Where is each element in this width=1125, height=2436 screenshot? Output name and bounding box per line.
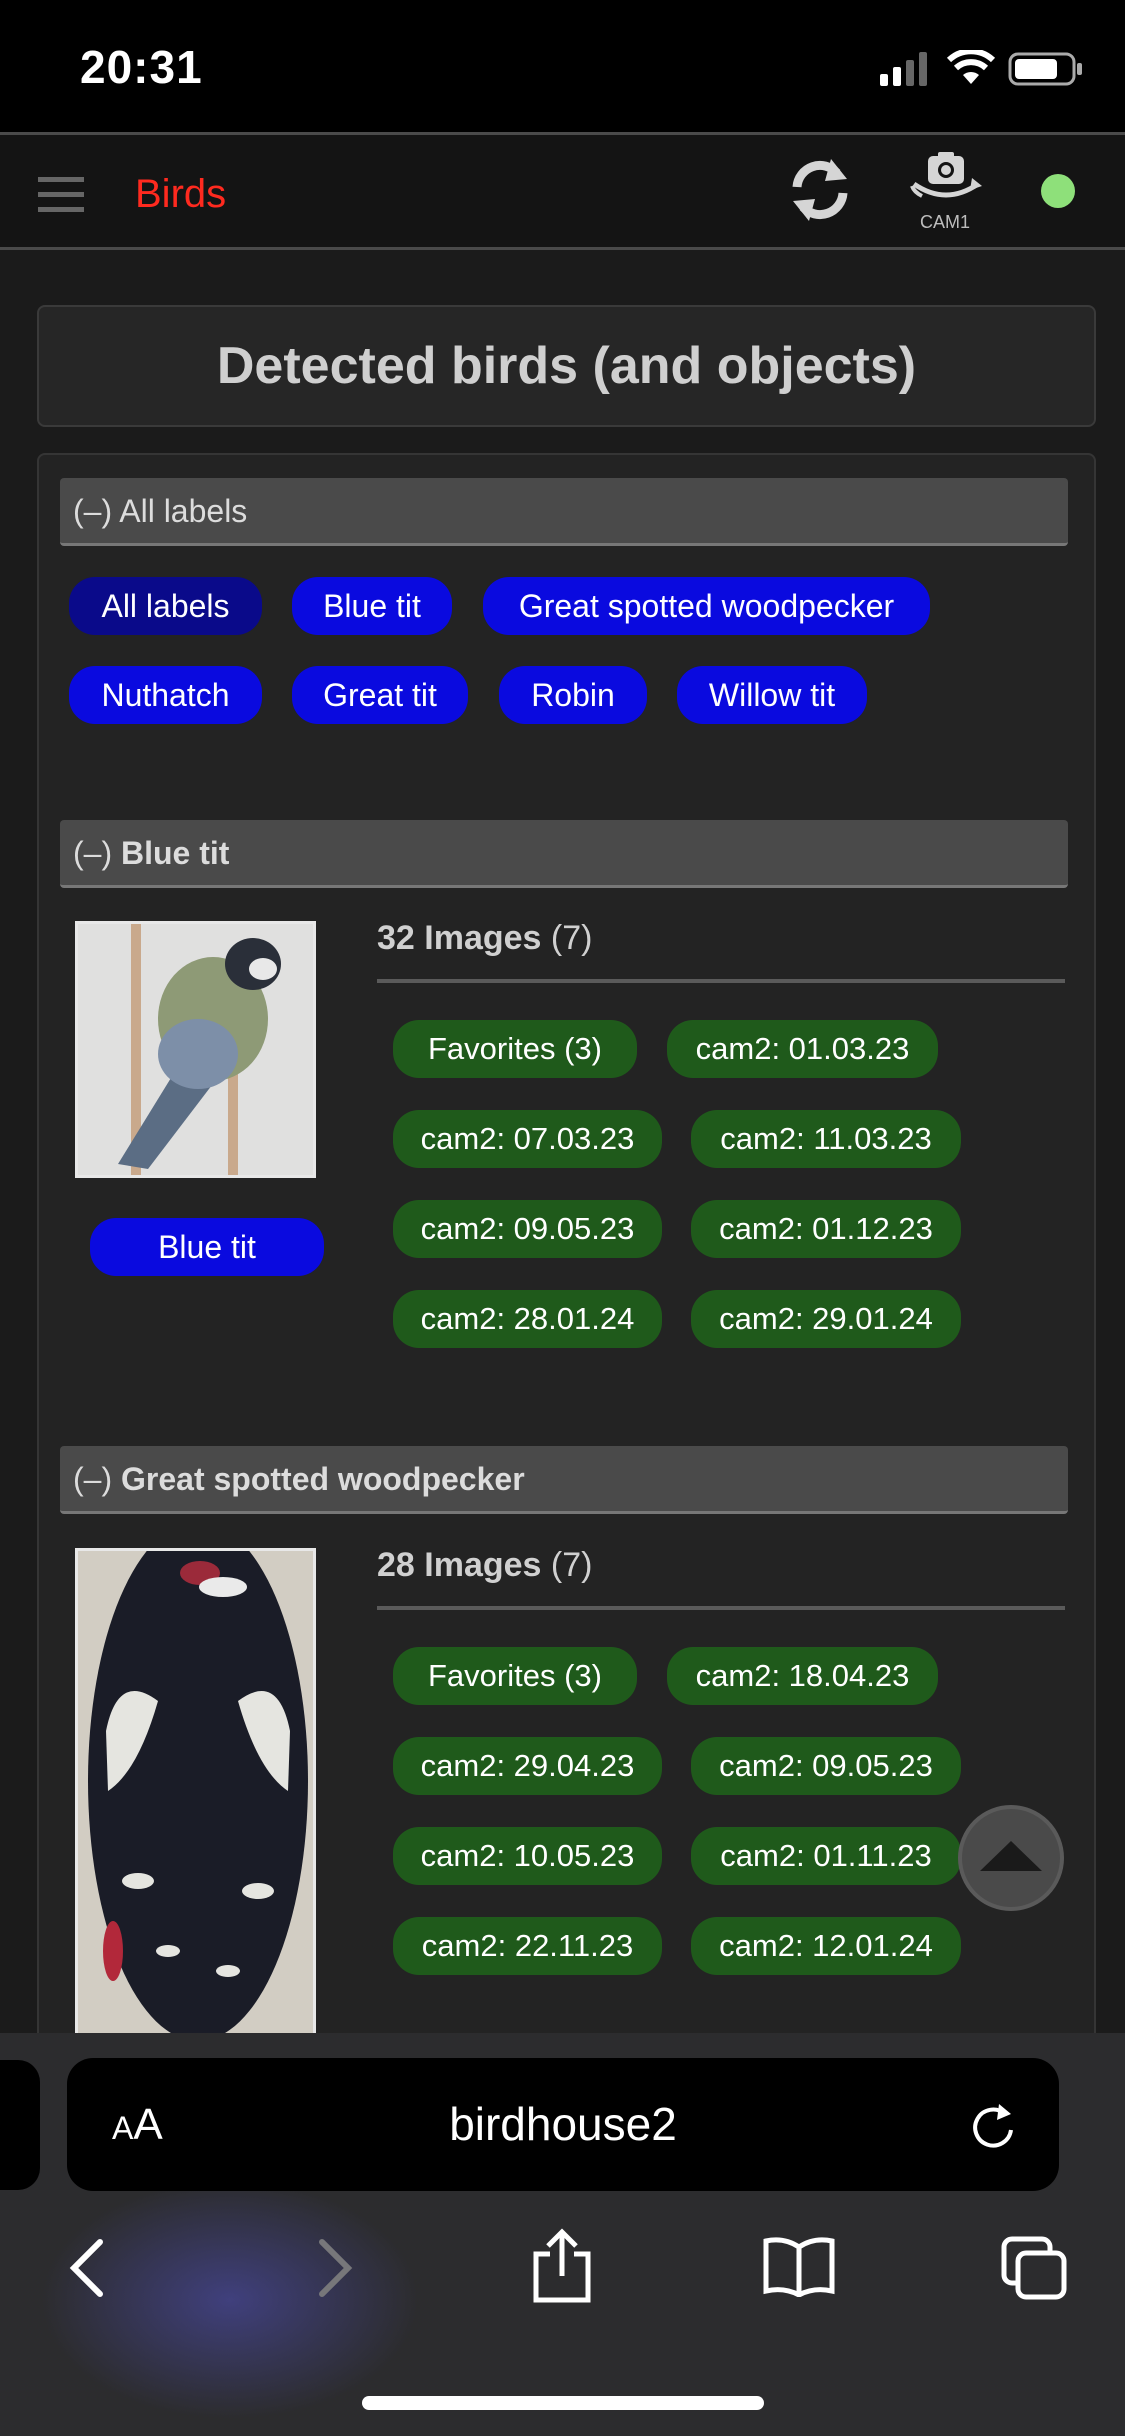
chip-date[interactable]: cam2: 01.11.23 bbox=[691, 1827, 961, 1885]
collapse-toggle[interactable]: (–) bbox=[73, 1461, 112, 1497]
reload-icon[interactable] bbox=[965, 2100, 1021, 2156]
back-icon[interactable] bbox=[66, 2238, 110, 2298]
chip-date[interactable]: cam2: 09.05.23 bbox=[393, 1200, 662, 1258]
label-chip-robin[interactable]: Robin bbox=[499, 666, 647, 724]
share-icon[interactable] bbox=[530, 2228, 594, 2304]
page-title: Detected birds (and objects) bbox=[216, 337, 917, 395]
camera-switch-icon[interactable] bbox=[908, 150, 984, 210]
previous-tab-preview[interactable] bbox=[0, 2060, 40, 2190]
chip-date[interactable]: cam2: 01.03.23 bbox=[667, 1020, 938, 1078]
clock: 20:31 bbox=[80, 41, 203, 93]
home-indicator bbox=[362, 2396, 764, 2410]
image-count-strong: 28 Images bbox=[377, 1546, 542, 1584]
label-chip-great-tit[interactable]: Great tit bbox=[292, 666, 468, 724]
all-labels-header-label: All labels bbox=[119, 493, 248, 529]
blue-tit-label-button[interactable]: Blue tit bbox=[90, 1218, 324, 1276]
label-chip-nuthatch[interactable]: Nuthatch bbox=[69, 666, 262, 724]
label-chip-great-spotted-woodpecker[interactable]: Great spotted woodpecker bbox=[483, 577, 930, 635]
collapse-toggle[interactable]: (–) bbox=[73, 493, 112, 529]
chip-favorites[interactable]: Favorites (3) bbox=[393, 1647, 637, 1705]
divider bbox=[377, 1606, 1065, 1610]
section-header-great-spotted-woodpecker[interactable]: (–) Great spotted woodpecker bbox=[60, 1446, 1068, 1514]
image-count: 28 Images (7) bbox=[377, 1546, 592, 1585]
tabs-icon[interactable] bbox=[1000, 2235, 1070, 2301]
chip-date[interactable]: cam2: 29.01.24 bbox=[691, 1290, 961, 1348]
url-text[interactable]: birdhouse2 bbox=[67, 2058, 1059, 2191]
toolbar-glow bbox=[40, 2180, 420, 2420]
label-chip-all[interactable]: All labels bbox=[69, 577, 262, 635]
chip-date[interactable]: cam2: 28.01.24 bbox=[393, 1290, 662, 1348]
chip-date[interactable]: cam2: 22.11.23 bbox=[393, 1917, 662, 1975]
section-header-blue-tit[interactable]: (–) Blue tit bbox=[60, 820, 1068, 888]
forward-icon[interactable] bbox=[312, 2238, 356, 2298]
menu-icon[interactable] bbox=[38, 175, 86, 215]
section-title: Great spotted woodpecker bbox=[121, 1461, 525, 1497]
wifi-icon bbox=[947, 50, 995, 84]
chip-date[interactable]: cam2: 29.04.23 bbox=[393, 1737, 662, 1795]
blue-tit-thumbnail[interactable] bbox=[75, 921, 316, 1178]
label-chip-willow-tit[interactable]: Willow tit bbox=[677, 666, 867, 724]
divider bbox=[377, 979, 1065, 983]
collapse-toggle[interactable]: (–) bbox=[73, 835, 112, 871]
chip-date[interactable]: cam2: 01.12.23 bbox=[691, 1200, 961, 1258]
app-title[interactable]: Birds bbox=[135, 172, 226, 217]
great-spotted-woodpecker-thumbnail[interactable] bbox=[75, 1548, 316, 2048]
chip-date[interactable]: cam2: 18.04.23 bbox=[667, 1647, 938, 1705]
image-count-extra: (7) bbox=[550, 919, 593, 957]
chip-date[interactable]: cam2: 11.03.23 bbox=[691, 1110, 961, 1168]
chip-date[interactable]: cam2: 10.05.23 bbox=[393, 1827, 662, 1885]
section-title: Blue tit bbox=[121, 835, 230, 871]
refresh-icon[interactable] bbox=[785, 155, 855, 225]
connection-status-indicator bbox=[1041, 174, 1075, 208]
scroll-to-top-button[interactable] bbox=[958, 1805, 1064, 1911]
battery-icon bbox=[1008, 52, 1082, 86]
image-count-extra: (7) bbox=[550, 1546, 593, 1584]
bookmarks-icon[interactable] bbox=[762, 2235, 836, 2297]
label-chip-blue-tit[interactable]: Blue tit bbox=[292, 577, 452, 635]
chevron-up-icon bbox=[980, 1841, 1042, 1871]
image-count: 32 Images (7) bbox=[377, 919, 592, 958]
chip-favorites[interactable]: Favorites (3) bbox=[393, 1020, 637, 1078]
camera-label: CAM1 bbox=[919, 212, 970, 232]
image-count-strong: 32 Images bbox=[377, 919, 542, 957]
all-labels-header[interactable]: (–) All labels bbox=[60, 478, 1068, 546]
chip-date[interactable]: cam2: 12.01.24 bbox=[691, 1917, 961, 1975]
chip-date[interactable]: cam2: 09.05.23 bbox=[691, 1737, 961, 1795]
chip-date[interactable]: cam2: 07.03.23 bbox=[393, 1110, 662, 1168]
signal-icon bbox=[880, 52, 927, 86]
